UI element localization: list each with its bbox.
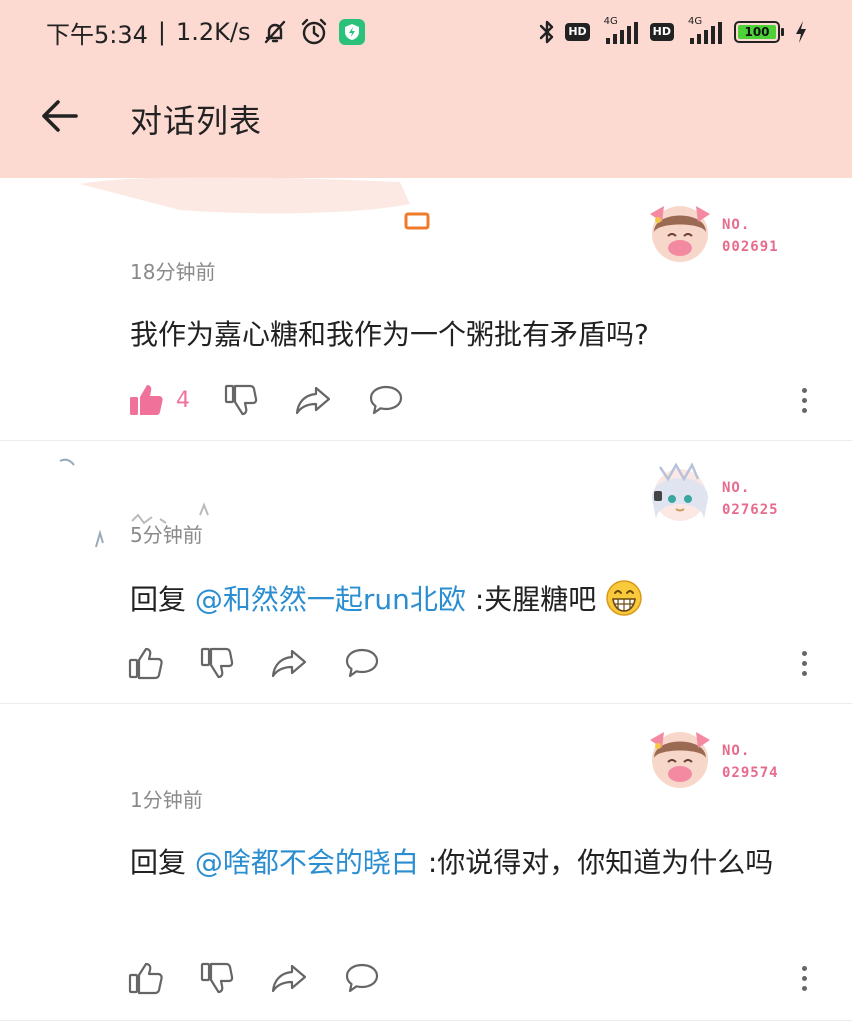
shield-icon	[338, 19, 365, 45]
comment-bubble-icon	[369, 385, 403, 415]
like-button[interactable]: 4	[128, 380, 224, 420]
avatar	[650, 206, 710, 262]
share-arrow-icon	[271, 649, 307, 678]
battery-level: 100	[738, 25, 776, 39]
mute-bell-icon	[261, 18, 289, 46]
share-button[interactable]	[270, 958, 308, 998]
battery-icon: 100	[734, 21, 784, 43]
mention-link[interactable]: @和然然一起run北欧	[195, 583, 466, 616]
share-arrow-icon	[271, 964, 307, 993]
comment-text: 我作为嘉心糖和我作为一个粥批有矛盾吗?	[130, 318, 649, 351]
reply-button[interactable]	[344, 958, 380, 998]
more-options-button[interactable]	[794, 380, 814, 420]
share-arrow-icon	[295, 386, 331, 415]
comment-bubble-icon	[345, 963, 379, 993]
status-time: 下午5:34	[46, 20, 148, 49]
comment-time: 5分钟前	[130, 523, 203, 547]
dislike-button[interactable]	[224, 380, 258, 420]
reply-button[interactable]	[344, 643, 380, 683]
reply-prefix: 回复	[130, 846, 187, 879]
comment-item: NO. 029574 1分钟前 回复 @啥都不会的晓白 :你说得对，你知道为什么…	[0, 704, 852, 1021]
comment-actions: 4	[128, 380, 404, 420]
thumbs-up-icon	[128, 962, 163, 995]
like-count: 4	[176, 387, 190, 413]
thumbs-down-icon	[200, 647, 234, 679]
thumbs-up-filled-icon	[130, 385, 163, 415]
mention-link[interactable]: @啥都不会的晓白	[195, 846, 419, 879]
user-badge[interactable]: NO. 029574	[646, 722, 796, 794]
back-button[interactable]	[34, 92, 86, 140]
top-bar: 下午5:34 | 1.2K/s HD 4G HD 4G 100 对话列表	[0, 0, 852, 178]
more-options-button[interactable]	[794, 643, 814, 683]
bluetooth-icon	[537, 18, 557, 46]
thumbs-down-icon	[224, 384, 258, 416]
share-button[interactable]	[270, 643, 308, 683]
back-arrow-icon	[42, 100, 78, 132]
thumbs-up-icon	[128, 647, 163, 680]
comment-actions	[128, 643, 380, 683]
comment-item: NO. 002691 18分钟前 我作为嘉心糖和我作为一个粥批有矛盾吗? 4	[0, 177, 852, 441]
reply-button[interactable]	[368, 380, 404, 420]
reply-body: :夹腥糖吧	[474, 583, 597, 616]
dislike-button[interactable]	[200, 958, 234, 998]
reply-body: :你说得对，你知道为什么吗	[427, 846, 774, 879]
username-smudge	[80, 177, 430, 230]
fan-number: NO. 029574	[722, 743, 779, 781]
signal-icon: 4G	[598, 16, 642, 46]
more-options-button[interactable]	[794, 958, 814, 998]
hd-badge-2: HD	[649, 23, 674, 41]
grin-emoji-icon	[606, 580, 642, 616]
fan-number: NO. 027625	[722, 480, 779, 518]
dislike-button[interactable]	[200, 643, 234, 683]
comment-time: 1分钟前	[130, 788, 203, 812]
status-net-speed: 1.2K/s	[176, 18, 251, 46]
alarm-icon	[299, 17, 329, 47]
status-divider: |	[157, 18, 166, 46]
comment-actions	[128, 958, 380, 998]
fan-number: NO. 002691	[722, 217, 779, 255]
hd-badge: HD	[565, 23, 590, 41]
status-bar: 下午5:34 | 1.2K/s HD 4G HD 4G 100	[0, 0, 852, 64]
share-button[interactable]	[294, 380, 332, 420]
avatar	[651, 462, 709, 521]
like-button[interactable]	[128, 643, 164, 683]
like-button[interactable]	[128, 958, 164, 998]
reply-prefix: 回复	[130, 583, 187, 616]
comment-text: 回复 @啥都不会的晓白 :你说得对，你知道为什么吗	[130, 838, 795, 888]
comment-bubble-icon	[345, 648, 379, 678]
comment-text: 回复 @和然然一起run北欧 :夹腥糖吧	[130, 575, 810, 625]
title-bar: 对话列表	[0, 72, 852, 160]
comment-item: NO. 027625 5分钟前 回复 @和然然一起run北欧 :夹腥糖吧	[0, 441, 852, 704]
user-badge[interactable]: NO. 002691	[646, 196, 796, 268]
charging-icon	[794, 20, 808, 44]
signal-icon-2: 4G	[682, 16, 726, 46]
comment-time: 18分钟前	[130, 260, 216, 284]
user-badge[interactable]: NO. 027625	[646, 459, 796, 531]
thumbs-down-icon	[200, 962, 234, 994]
avatar	[650, 732, 710, 788]
page-title: 对话列表	[130, 102, 263, 140]
